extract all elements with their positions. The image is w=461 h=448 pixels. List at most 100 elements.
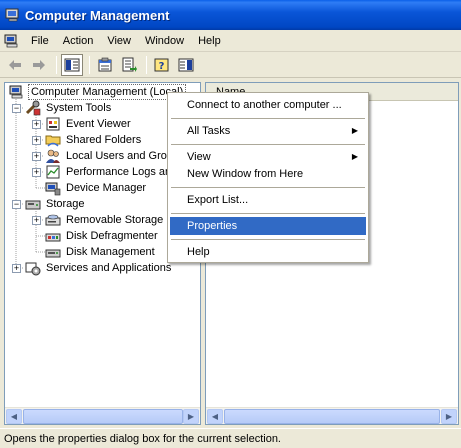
show-hide-action-pane-icon: [178, 58, 194, 71]
computer-icon: [9, 85, 23, 99]
expand-toggle[interactable]: +: [32, 152, 41, 161]
scroll-thumb[interactable]: [224, 409, 440, 424]
storage-icon: [25, 200, 41, 210]
tree-item-local-users-groups[interactable]: Local Users and Groups: [45, 148, 187, 164]
title-bar[interactable]: Computer Management: [0, 0, 461, 30]
menu-item-all-tasks[interactable]: All Tasks ▶: [170, 122, 366, 140]
expand-toggle[interactable]: +: [32, 136, 41, 145]
collapse-toggle[interactable]: −: [12, 104, 21, 113]
menu-separator: [171, 118, 365, 119]
menu-help[interactable]: Help: [191, 32, 228, 50]
performance-logs-icon: [46, 165, 60, 179]
menu-item-label: All Tasks: [187, 125, 231, 137]
menu-item-label: New Window from Here: [187, 168, 304, 180]
menu-item-label: Export List...: [187, 194, 249, 206]
menu-item-connect-another-computer[interactable]: Connect to another computer ...: [170, 96, 366, 114]
expand-toggle[interactable]: +: [32, 216, 41, 225]
tree-item-label: Disk Management: [66, 246, 155, 258]
status-bar: Opens the properties dialog box for the …: [0, 428, 461, 448]
forward-button[interactable]: [28, 54, 50, 76]
tree-item-label: System Tools: [46, 102, 112, 114]
tree-item-label: Storage: [46, 198, 85, 210]
tree-item-label: Services and Applications: [46, 262, 172, 274]
shared-folder-icon: [45, 135, 61, 147]
users-icon: [46, 149, 60, 163]
removable-storage-icon: [45, 214, 61, 226]
menu-item-label: View: [187, 151, 211, 163]
menu-item-new-window[interactable]: New Window from Here: [170, 165, 366, 183]
tree-item-services-applications[interactable]: Services and Applications: [25, 260, 173, 276]
export-list-button[interactable]: [118, 54, 140, 76]
device-manager-icon: [45, 182, 61, 196]
menu-window[interactable]: Window: [138, 32, 191, 50]
toolbar-separator: [56, 55, 57, 74]
menu-separator: [171, 144, 365, 145]
tree-item-computer-management[interactable]: Computer Management (Local): [9, 84, 187, 100]
export-list-icon: [122, 57, 137, 72]
disk-management-icon: [45, 249, 61, 258]
show-hide-action-pane-button[interactable]: [175, 54, 197, 76]
window-title: Computer Management: [25, 7, 170, 23]
menu-bar: File Action View Window Help: [0, 30, 461, 52]
tree-item-shared-folders[interactable]: Shared Folders: [45, 132, 143, 148]
expand-toggle[interactable]: +: [32, 120, 41, 129]
submenu-arrow-icon: ▶: [351, 126, 358, 135]
toolbar: ?: [0, 52, 461, 78]
tree-item-disk-defragmenter[interactable]: Disk Defragmenter: [45, 228, 160, 244]
menu-item-export-list[interactable]: Export List...: [170, 191, 366, 209]
toolbar-separator: [89, 55, 90, 74]
scroll-left-button[interactable]: ◀: [207, 409, 223, 424]
expand-toggle[interactable]: +: [12, 264, 21, 273]
menu-item-properties[interactable]: Properties: [170, 217, 366, 235]
properties-button[interactable]: [94, 54, 116, 76]
menu-file[interactable]: File: [24, 32, 56, 50]
tree-item-system-tools[interactable]: System Tools: [25, 100, 113, 116]
computer-management-icon: [5, 8, 19, 22]
menu-separator: [171, 213, 365, 214]
show-hide-tree-button[interactable]: [61, 53, 83, 76]
services-applications-icon: [25, 262, 41, 276]
menu-item-view[interactable]: View ▶: [170, 148, 366, 166]
tree-item-disk-management[interactable]: Disk Management: [45, 244, 157, 260]
submenu-arrow-icon: ▶: [351, 152, 358, 161]
help-button[interactable]: ?: [151, 54, 173, 76]
back-arrow-icon: [9, 59, 21, 70]
menu-action[interactable]: Action: [56, 32, 101, 50]
tree-item-event-viewer[interactable]: Event Viewer: [45, 116, 133, 132]
expand-toggle[interactable]: +: [32, 168, 41, 177]
context-menu: Connect to another computer ... All Task…: [167, 92, 369, 263]
menu-separator: [171, 187, 365, 188]
menu-separator: [171, 239, 365, 240]
show-hide-tree-icon: [64, 58, 80, 71]
details-horizontal-scrollbar[interactable]: ◀ ▶: [206, 407, 458, 424]
tree-item-label: Disk Defragmenter: [66, 230, 158, 242]
menu-item-label: Help: [187, 246, 210, 258]
menu-item-label: Properties: [187, 220, 238, 232]
menu-item-help[interactable]: Help: [170, 243, 366, 261]
properties-icon: [98, 57, 112, 71]
tree-item-removable-storage[interactable]: Removable Storage: [45, 212, 165, 228]
back-button[interactable]: [4, 54, 26, 76]
scroll-left-button[interactable]: ◀: [6, 409, 22, 424]
forward-arrow-icon: [33, 59, 45, 70]
svg-text:?: ?: [159, 61, 165, 72]
collapse-toggle[interactable]: −: [12, 200, 21, 209]
tree-item-label: Computer Management (Local): [28, 84, 187, 100]
help-icon: ?: [154, 58, 169, 72]
tree-item-label: Event Viewer: [66, 118, 131, 130]
tree-item-label: Shared Folders: [66, 134, 142, 146]
disk-defragmenter-icon: [45, 233, 61, 242]
tree-item-device-manager[interactable]: Device Manager: [45, 180, 148, 196]
toolbar-separator: [146, 55, 147, 74]
system-tools-icon: [25, 100, 41, 116]
menu-item-label: Connect to another computer ...: [187, 99, 342, 111]
tree-item-storage[interactable]: Storage: [25, 196, 87, 212]
tree-item-label: Device Manager: [66, 182, 147, 194]
scroll-right-button[interactable]: ▶: [183, 409, 199, 424]
tree-item-label: Removable Storage: [66, 214, 164, 226]
menu-view[interactable]: View: [100, 32, 138, 50]
system-menu-icon[interactable]: [4, 33, 20, 49]
scroll-thumb[interactable]: [23, 409, 183, 424]
scroll-right-button[interactable]: ▶: [441, 409, 457, 424]
tree-horizontal-scrollbar[interactable]: ◀ ▶: [5, 407, 200, 424]
